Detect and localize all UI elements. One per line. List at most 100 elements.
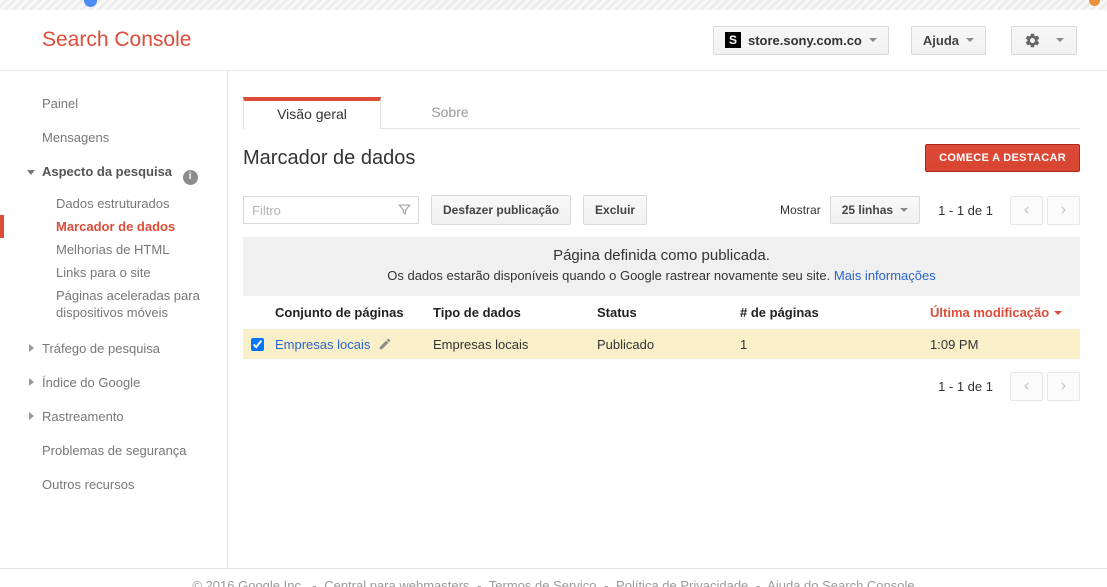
sidebar-item-indice-do-google[interactable]: Índice do Google — [0, 366, 227, 400]
rows-per-page-dropdown[interactable]: 25 linhas — [830, 196, 920, 224]
footer-separator: - — [756, 578, 760, 587]
sidebar-item-links-para-o-site[interactable]: Links para o site — [0, 261, 225, 284]
pagination-range: 1 - 1 de 1 — [938, 379, 993, 394]
toolbar-right: Mostrar 25 linhas 1 - 1 de 1 ‹ › — [780, 196, 1080, 225]
site-selector-label: store.sony.com.co — [748, 33, 862, 48]
more-info-link[interactable]: Mais informações — [834, 268, 936, 283]
bottom-pagination: 1 - 1 de 1 ‹ › — [243, 372, 1080, 401]
chevron-down-icon — [869, 38, 877, 42]
footer-separator: - — [477, 578, 481, 587]
sidebar-item-label: Melhorias de HTML — [56, 242, 169, 257]
copyright-text: © 2016 Google Inc. — [192, 578, 304, 587]
delete-button[interactable]: Excluir — [583, 195, 647, 225]
tab-sobre[interactable]: Sobre — [381, 97, 519, 129]
toolbar: Desfazer publicação Excluir Mostrar 25 l… — [243, 195, 1080, 225]
sidebar-item-label: Dados estruturados — [56, 196, 169, 211]
row-checkbox[interactable] — [251, 338, 264, 351]
page-title: Marcador de dados — [243, 147, 415, 170]
sidebar-item-outros-recursos[interactable]: Outros recursos — [0, 468, 227, 502]
filter-funnel-icon — [397, 202, 412, 222]
help-label: Ajuda — [923, 33, 959, 48]
footer-separator: - — [604, 578, 608, 587]
app-header: Search Console S store.sony.com.co Ajuda — [0, 10, 1107, 71]
row-checkbox-cell — [243, 338, 275, 351]
chevron-down-icon — [1056, 38, 1064, 42]
sidebar-item-label: Marcador de dados — [56, 219, 175, 234]
sidebar-nav: Painel Mensagens Aspecto da pesquisa i D… — [0, 71, 228, 568]
footer-separator: - — [312, 578, 316, 587]
triangle-right-icon — [29, 412, 34, 420]
notice-text: Os dados estarão disponíveis quando o Go… — [387, 268, 830, 283]
filter-field-wrap — [243, 196, 419, 224]
notice-title: Página definida como publicada. — [253, 247, 1070, 264]
settings-dropdown[interactable] — [1011, 26, 1077, 55]
triangle-right-icon — [29, 344, 34, 352]
tab-bar-filler — [519, 97, 1080, 129]
sort-last-modified[interactable]: Última modificação — [930, 305, 1062, 320]
site-selector-dropdown[interactable]: S store.sony.com.co — [713, 26, 889, 55]
column-header-data-type[interactable]: Tipo de dados — [433, 305, 597, 320]
rows-per-page-value: 25 linhas — [842, 203, 893, 217]
sidebar-item-label: Links para o site — [56, 265, 151, 280]
next-page-button[interactable]: › — [1047, 196, 1080, 225]
published-notice: Página definida como publicada. Os dados… — [243, 237, 1080, 296]
footer-link-privacy[interactable]: Política de Privacidade — [616, 578, 748, 587]
sidebar-item-painel[interactable]: Painel — [0, 87, 227, 121]
sidebar-item-label: Aspecto da pesquisa — [42, 164, 172, 179]
column-header-page-set[interactable]: Conjunto de páginas — [275, 305, 433, 320]
sidebar-item-mensagens[interactable]: Mensagens — [0, 121, 227, 155]
row-last-modified-cell: 1:09 PM — [930, 337, 1080, 352]
sidebar-item-aspecto-da-pesquisa[interactable]: Aspecto da pesquisa i — [0, 155, 227, 192]
sidebar-item-rastreamento[interactable]: Rastreamento — [0, 400, 227, 434]
footer-link-webmasters[interactable]: Central para webmasters — [324, 578, 469, 587]
footer-link-terms[interactable]: Termos de Serviço — [489, 578, 597, 587]
prev-page-button[interactable]: ‹ — [1010, 196, 1043, 225]
prev-page-button[interactable]: ‹ — [1010, 372, 1043, 401]
row-page-count-cell: 1 — [740, 337, 930, 352]
sidebar-item-label: Mensagens — [42, 130, 109, 145]
sidebar-item-label: Tráfego de pesquisa — [42, 341, 160, 356]
page-set-link[interactable]: Empresas locais — [275, 337, 370, 352]
start-highlighting-button[interactable]: COMECE A DESTACAR — [925, 144, 1080, 172]
row-status-cell: Publicado — [597, 337, 740, 352]
sidebar-item-label: Problemas de segurança — [42, 443, 187, 458]
sidebar-item-label: Índice do Google — [42, 375, 140, 390]
sidebar-item-problemas-de-seguranca[interactable]: Problemas de segurança — [0, 434, 227, 468]
nav-spacer — [0, 324, 227, 332]
sidebar-item-label: Painel — [42, 96, 78, 111]
site-favicon: S — [725, 32, 741, 48]
sidebar-item-paginas-aceleradas[interactable]: Páginas aceleradas para dispositivos móv… — [0, 284, 225, 324]
column-header-status[interactable]: Status — [597, 305, 740, 320]
row-data-type-cell: Empresas locais — [433, 337, 597, 352]
edit-pencil-icon[interactable] — [378, 337, 392, 351]
sidebar-item-trafego-de-pesquisa[interactable]: Tráfego de pesquisa — [0, 332, 227, 366]
column-header-label: Última modificação — [930, 305, 1049, 320]
table-row: Empresas locais Empresas locais Publicad… — [243, 329, 1080, 359]
main-content: Visão geral Sobre Marcador de dados COME… — [229, 71, 1107, 568]
title-row: Marcador de dados COMECE A DESTACAR — [243, 143, 1080, 173]
pagination-range: 1 - 1 de 1 — [938, 203, 993, 218]
triangle-right-icon — [29, 378, 34, 386]
cutoff-toolbar-strip — [0, 0, 1107, 10]
tab-bar: Visão geral Sobre — [243, 97, 1080, 129]
show-label: Mostrar — [780, 203, 821, 217]
next-page-button[interactable]: › — [1047, 372, 1080, 401]
sidebar-item-dados-estruturados[interactable]: Dados estruturados — [0, 192, 225, 215]
info-icon[interactable]: i — [183, 170, 198, 185]
column-header-page-count[interactable]: # de páginas — [740, 305, 930, 320]
sidebar-item-marcador-de-dados[interactable]: Marcador de dados — [0, 215, 225, 238]
filter-input[interactable] — [243, 196, 419, 224]
triangle-down-icon — [27, 170, 35, 175]
sort-descending-icon — [1054, 311, 1062, 315]
unpublish-button[interactable]: Desfazer publicação — [431, 195, 571, 225]
sidebar-item-label: Rastreamento — [42, 409, 124, 424]
cutoff-blue-icon — [84, 0, 97, 7]
help-dropdown[interactable]: Ajuda — [911, 26, 986, 55]
notice-body: Os dados estarão disponíveis quando o Go… — [253, 268, 1070, 283]
header-controls: S store.sony.com.co Ajuda — [713, 26, 1077, 55]
sidebar-item-melhorias-de-html[interactable]: Melhorias de HTML — [0, 238, 225, 261]
table-header-row: Conjunto de páginas Tipo de dados Status… — [243, 296, 1080, 329]
app-title[interactable]: Search Console — [42, 28, 191, 52]
tab-visao-geral[interactable]: Visão geral — [243, 97, 381, 129]
footer-link-help[interactable]: Ajuda do Search Console — [767, 578, 914, 587]
